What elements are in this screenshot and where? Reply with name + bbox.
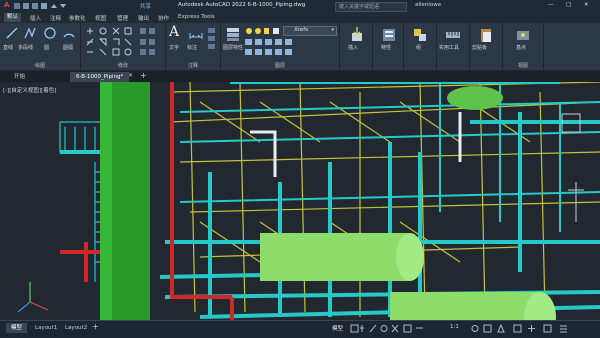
dimension-button[interactable]: 标注 xyxy=(187,44,197,51)
circle-icon[interactable] xyxy=(44,26,56,40)
tab-parametric[interactable]: 参数化 xyxy=(69,14,86,22)
annotation-panel-label[interactable]: 注释 xyxy=(166,62,220,69)
view-panel: 基点 视图 xyxy=(503,23,544,70)
tab-express-tools[interactable]: Express Tools xyxy=(178,14,215,20)
polyline-icon[interactable] xyxy=(24,26,36,40)
base-point-icon[interactable] xyxy=(515,27,531,43)
modify-tools-icons[interactable] xyxy=(85,27,161,57)
file-tab-bar: 开始 6-B-1000_Piping* ✕ + xyxy=(0,71,600,82)
tab-drawing-file[interactable]: 6-B-1000_Piping* xyxy=(70,72,130,82)
close-tab-icon[interactable]: ✕ xyxy=(128,72,133,79)
tab-layout1[interactable]: Layout1 xyxy=(30,323,62,333)
properties-icon[interactable] xyxy=(381,27,397,43)
current-layer-name: Xrefs xyxy=(294,27,309,33)
layer-properties-icon[interactable] xyxy=(225,26,241,42)
model-space-toggle[interactable]: 模型 xyxy=(332,324,343,332)
minimize-icon[interactable]: — xyxy=(548,2,554,8)
modify-panel-label[interactable]: 修改 xyxy=(81,62,165,69)
window-title: Autodesk AutoCAD 2022 6-B-1000_Piping.dw… xyxy=(178,2,306,8)
autocad-app-icon[interactable]: A xyxy=(4,1,9,9)
maximize-icon[interactable]: □ xyxy=(566,2,571,8)
line-icon[interactable] xyxy=(6,26,18,40)
layer-properties-button[interactable]: 图层特性 xyxy=(223,44,243,51)
draw-panel: 直线 多段线 圆 圆弧 绘图 xyxy=(0,23,81,70)
status-tools-icons[interactable] xyxy=(470,324,590,333)
circle-button[interactable]: 圆 xyxy=(44,44,49,51)
drafting-tools-icons[interactable] xyxy=(350,324,440,333)
view-panel-label[interactable]: 视图 xyxy=(503,62,543,69)
chevron-down-icon: ▾ xyxy=(331,27,334,33)
dimension-icon[interactable] xyxy=(189,27,203,39)
tab-insert[interactable]: 插入 xyxy=(30,14,41,22)
current-layer-dropdown[interactable]: Xrefs ▾ xyxy=(283,26,337,36)
close-icon[interactable]: ✕ xyxy=(584,2,589,8)
viewport-controls-label[interactable]: [-][自定义视图][着色] xyxy=(3,86,56,94)
tab-output[interactable]: 输出 xyxy=(138,14,149,22)
tab-annotate[interactable]: 注释 xyxy=(50,14,61,22)
utilities-button[interactable]: 实用工具 xyxy=(439,44,459,51)
properties-panel: 特性 xyxy=(373,23,404,70)
user-name[interactable]: allenlowe xyxy=(415,2,441,8)
annotation-tools-icons[interactable] xyxy=(207,27,217,51)
properties-button[interactable]: 特性 xyxy=(381,44,391,51)
insert-button[interactable]: 插入 xyxy=(348,44,358,51)
layers-panel-label[interactable]: 图层 xyxy=(221,62,339,69)
share-button[interactable]: 共享 xyxy=(140,2,151,10)
piping-model-render xyxy=(17,82,600,320)
ucs-icon xyxy=(17,282,49,313)
group-button[interactable]: 组 xyxy=(416,44,421,51)
search-box[interactable]: 键入关键字或短语 xyxy=(335,2,407,12)
tab-start[interactable]: 开始 xyxy=(8,72,31,82)
line-button[interactable]: 直线 xyxy=(3,44,13,51)
search-input[interactable]: 键入关键字或短语 xyxy=(339,3,379,10)
group-icon[interactable] xyxy=(412,27,428,43)
text-button[interactable]: 文字 xyxy=(169,44,179,51)
tab-manage[interactable]: 管理 xyxy=(117,14,128,22)
annotation-scale[interactable]: 1:1 xyxy=(450,324,459,330)
utilities-panel: 实用工具 xyxy=(437,23,470,70)
layers-panel: 图层特性 Xrefs ▾ 图层 xyxy=(221,23,340,70)
tab-model[interactable]: 模型 xyxy=(6,323,28,333)
base-point-button[interactable]: 基点 xyxy=(516,44,526,51)
block-panel: 插入 xyxy=(340,23,373,70)
annotation-panel: A 文字 标注 注释 xyxy=(166,23,221,70)
arc-icon[interactable] xyxy=(63,26,75,40)
drawing-viewport[interactable]: [-][自定义视图][着色] xyxy=(0,82,600,320)
tab-default[interactable]: 默认 xyxy=(4,13,22,22)
clipboard-panel: 剪贴板 xyxy=(470,23,503,70)
quick-access-toolbar[interactable] xyxy=(14,3,74,10)
draw-panel-label[interactable]: 绘图 xyxy=(0,62,80,69)
clipboard-button[interactable]: 剪贴板 xyxy=(472,44,487,51)
insert-block-icon[interactable] xyxy=(349,27,365,43)
add-layout-icon[interactable]: + xyxy=(92,322,99,331)
new-tab-icon[interactable]: + xyxy=(140,71,147,80)
title-bar: A 共享 Autodesk AutoCAD 2022 6-B-1000_Pipi… xyxy=(0,0,600,12)
ribbon: 直线 多段线 圆 圆弧 绘图 修改 A 文字 标注 注释 图层特性 Xrefs … xyxy=(0,23,600,70)
tab-view[interactable]: 视图 xyxy=(95,14,106,22)
polyline-button[interactable]: 多段线 xyxy=(18,44,33,51)
layer-tools-icons[interactable] xyxy=(245,39,335,59)
status-bar: 模型 Layout1 Layout2 + 模型 1:1 xyxy=(0,320,600,338)
arc-button[interactable]: 圆弧 xyxy=(63,44,73,51)
layer-state-icons[interactable] xyxy=(245,27,285,35)
clipboard-icon[interactable] xyxy=(478,27,494,43)
measure-icon[interactable] xyxy=(445,27,461,43)
text-icon[interactable]: A xyxy=(169,24,179,40)
tab-collaborate[interactable]: 协作 xyxy=(158,14,169,22)
modify-panel: 修改 xyxy=(81,23,166,70)
tab-layout2[interactable]: Layout2 xyxy=(60,323,92,333)
groups-panel: 组 xyxy=(404,23,437,70)
